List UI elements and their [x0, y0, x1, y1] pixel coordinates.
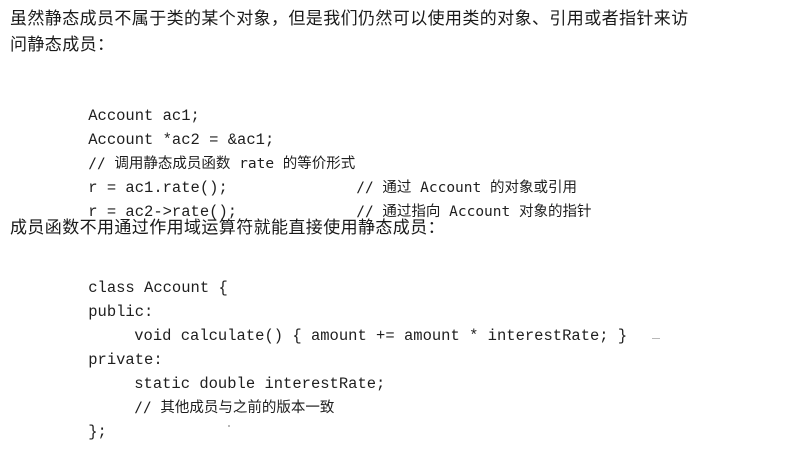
intro-paragraph-line-1: 虽然静态成员不属于类的某个对象，但是我们仍然可以使用类的对象、引用或者指针来访	[10, 9, 689, 29]
member-access-paragraph: 成员函数不用通过作用域运算符就能直接使用静态成员：	[10, 218, 445, 238]
code-line: private:	[51, 324, 627, 369]
code-line: public:	[51, 276, 627, 321]
intro-paragraph-line-2: 问静态成员：	[10, 35, 115, 55]
code-text: };	[88, 423, 107, 441]
code-block-class-definition: class Account { public: void calculate()…	[51, 252, 627, 441]
code-line: Account *ac2 = &ac1;	[51, 104, 591, 149]
code-block-static-access: Account ac1; Account *ac2 = &ac1; // 调用静…	[51, 80, 591, 221]
code-line: // 调用静态成员函数 rate 的等价形式	[51, 128, 591, 172]
scan-speck	[228, 425, 230, 427]
code-line: static double interestRate;	[51, 348, 627, 393]
code-line: void calculate() { amount += amount * in…	[51, 300, 627, 345]
code-line: r = ac2->rate();// 通过指向 Account 对象的指针	[51, 176, 591, 221]
scan-speck	[652, 338, 660, 339]
code-line: };	[51, 396, 627, 441]
code-line: Account ac1;	[51, 80, 591, 125]
code-line: class Account {	[51, 252, 627, 297]
code-line: // 其他成员与之前的版本一致	[51, 372, 627, 416]
code-line: r = ac1.rate();// 通过 Account 的对象或引用	[51, 152, 591, 197]
